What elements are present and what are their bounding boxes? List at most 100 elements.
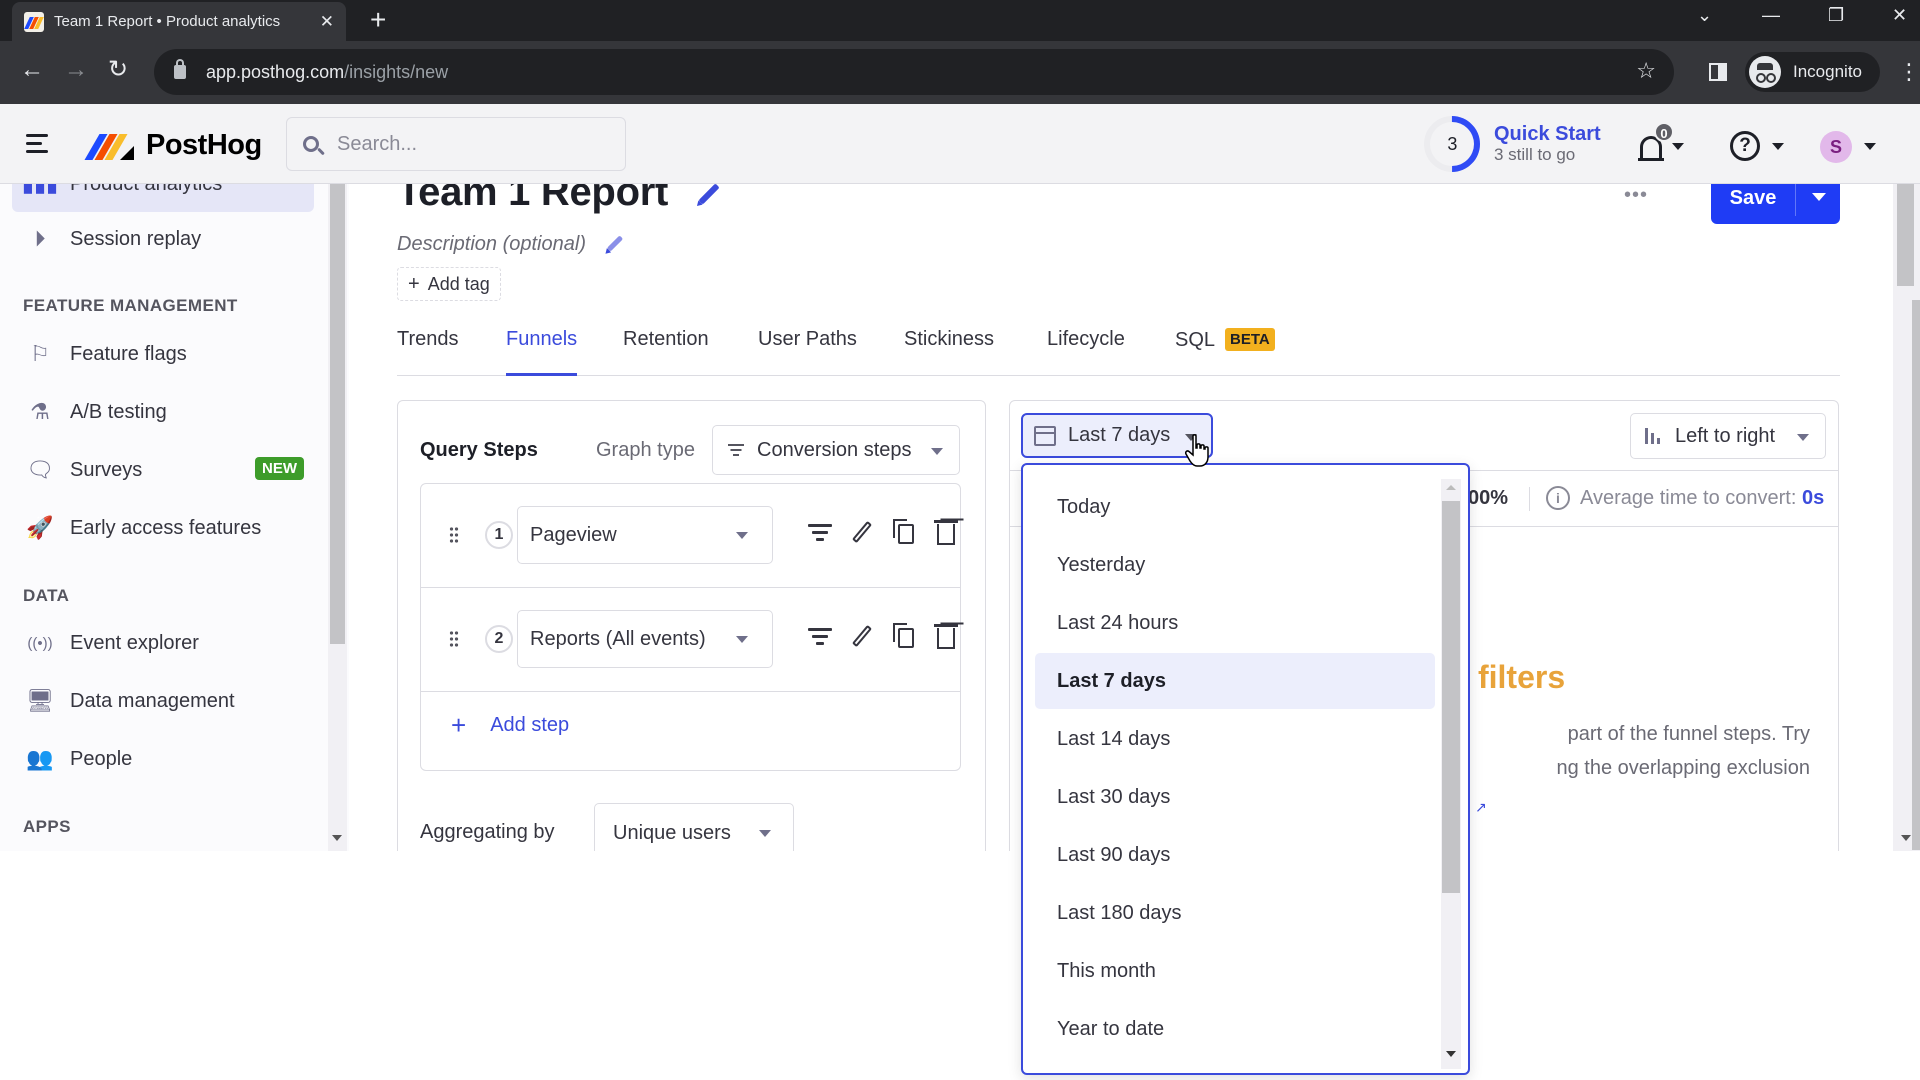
minimize-icon[interactable]: —	[1762, 5, 1780, 26]
search-box[interactable]	[286, 117, 626, 171]
date-option-last-90-days[interactable]: Last 90 days	[1035, 827, 1435, 883]
more-options-icon[interactable]: •••	[1624, 184, 1648, 207]
tab-lifecycle[interactable]: Lifecycle	[1047, 328, 1125, 376]
date-option-this-month[interactable]: This month	[1035, 943, 1435, 999]
sidebar-item-event-explorer[interactable]: ((•)) Event explorer	[12, 615, 314, 671]
date-option-last-30-days[interactable]: Last 30 days	[1035, 769, 1435, 825]
chevron-down-icon	[736, 636, 748, 643]
graph-type-select[interactable]: Conversion steps	[712, 425, 960, 475]
event-select[interactable]: Pageview	[517, 506, 773, 564]
main-scrollbar-thumb[interactable]	[1897, 184, 1914, 286]
date-option-yesterday[interactable]: Yesterday	[1035, 537, 1435, 593]
filter-icon[interactable]	[807, 622, 833, 650]
sidebar-item-product-analytics[interactable]: ▮▮▮ Product analytics	[12, 184, 314, 212]
aggregation-select[interactable]: Unique users	[594, 803, 794, 851]
description-field[interactable]: Description (optional)	[397, 233, 624, 256]
rename-pencil-icon[interactable]	[849, 622, 875, 650]
sidebar-item-feature-flags[interactable]: ⚐ Feature flags	[12, 326, 314, 382]
scroll-down-arrow-icon[interactable]	[1901, 835, 1911, 841]
quick-start-button[interactable]: 3 Quick Start 3 still to go	[1412, 104, 1601, 184]
sidebar-item-data-management[interactable]: 🖥 Data management	[12, 673, 314, 729]
sidebar-item-ab-testing[interactable]: ⚗ A/B testing	[12, 384, 314, 440]
tab-funnels[interactable]: Funnels	[506, 328, 578, 376]
edit-title-pencil-icon[interactable]	[698, 184, 720, 205]
event-select-value: Pageview	[530, 524, 617, 546]
rename-pencil-icon[interactable]	[849, 518, 875, 546]
filter-icon[interactable]	[807, 518, 833, 546]
help-chevron-down-icon[interactable]	[1772, 143, 1784, 150]
drag-handle-icon[interactable]	[449, 630, 459, 648]
sidebar: ▮▮▮ Product analytics ⏵ Session replay F…	[0, 184, 349, 851]
url-path: /insights/new	[344, 61, 449, 82]
save-options-chevron-icon[interactable]	[1796, 184, 1840, 224]
incognito-label: Incognito	[1793, 62, 1862, 81]
side-panel-icon[interactable]	[1709, 63, 1727, 81]
save-button[interactable]: Save	[1711, 184, 1795, 224]
notifications-button[interactable]: 0	[1638, 122, 1684, 162]
tab-search-icon[interactable]: ⌄	[1697, 5, 1712, 26]
close-window-icon[interactable]: ✕	[1892, 5, 1907, 26]
conversion-rate: 00%	[1468, 487, 1509, 509]
info-icon[interactable]: i	[1546, 486, 1570, 510]
add-step-button[interactable]: + Add step	[451, 710, 569, 741]
tab-retention[interactable]: Retention	[623, 328, 709, 376]
date-option-today[interactable]: Today	[1035, 479, 1435, 535]
people-icon: 👥	[26, 746, 54, 771]
date-option-last-7-days[interactable]: Last 7 days	[1035, 653, 1435, 709]
drag-handle-icon[interactable]	[449, 526, 459, 544]
tab-stickiness[interactable]: Stickiness	[904, 328, 994, 376]
external-link-icon[interactable]: ↗	[1475, 799, 1487, 816]
scroll-down-arrow-icon[interactable]	[1446, 1051, 1456, 1057]
delete-trash-icon[interactable]	[933, 518, 959, 546]
tab-user-paths[interactable]: User Paths	[758, 328, 857, 376]
date-option-last-24-hours[interactable]: Last 24 hours	[1035, 595, 1435, 651]
incognito-profile-button[interactable]: Incognito	[1745, 52, 1880, 92]
edit-description-pencil-icon[interactable]	[606, 235, 623, 252]
search-input[interactable]	[337, 132, 597, 156]
duplicate-icon[interactable]	[891, 518, 917, 546]
forward-icon[interactable]: →	[64, 55, 88, 85]
section-heading-data: DATA	[23, 586, 70, 605]
tab-trends[interactable]: Trends	[397, 328, 459, 376]
account-chevron-down-icon[interactable]	[1864, 143, 1876, 150]
browser-menu-icon[interactable]: ⋮	[1898, 58, 1920, 86]
dropdown-scrollbar[interactable]	[1441, 479, 1461, 1069]
posthog-logo[interactable]: PostHog	[84, 129, 262, 162]
plus-icon: +	[451, 710, 467, 740]
sidebar-item-early-access-features[interactable]: 🚀 Early access features	[12, 500, 314, 556]
add-tag-button[interactable]: + Add tag	[397, 267, 501, 301]
sidebar-scrollbar-thumb[interactable]	[330, 184, 345, 644]
sidebar-item-surveys[interactable]: 🗨 Surveys NEW	[12, 442, 314, 498]
page-scrollbar-thumb[interactable]	[1912, 300, 1920, 850]
event-select[interactable]: Reports (All events)	[517, 610, 773, 668]
bookmark-star-icon[interactable]: ☆	[1636, 58, 1656, 84]
close-tab-icon[interactable]: ✕	[320, 12, 334, 32]
date-option-last-180-days[interactable]: Last 180 days	[1035, 885, 1435, 941]
chevron-down-icon	[736, 532, 748, 539]
layout-select[interactable]: Left to right	[1630, 413, 1826, 459]
scroll-down-arrow-icon[interactable]	[332, 835, 342, 841]
new-tab-button[interactable]: +	[370, 4, 386, 36]
menu-toggle-icon[interactable]	[26, 134, 52, 154]
insight-title[interactable]: Team 1 Report	[397, 184, 668, 214]
sidebar-item-session-replay[interactable]: ⏵ Session replay	[12, 211, 314, 267]
date-range-button[interactable]: Last 7 days	[1021, 413, 1213, 458]
sidebar-item-people[interactable]: 👥 People	[12, 731, 314, 787]
back-icon[interactable]: ←	[20, 55, 44, 85]
help-button[interactable]: ?	[1730, 131, 1760, 161]
date-option-year-to-date[interactable]: Year to date	[1035, 1001, 1435, 1057]
avatar[interactable]: S	[1820, 131, 1852, 163]
scroll-up-arrow-icon[interactable]	[1446, 485, 1456, 490]
sidebar-scrollbar[interactable]	[328, 184, 347, 851]
dropdown-scrollbar-thumb[interactable]	[1442, 501, 1460, 893]
date-option-last-14-days[interactable]: Last 14 days	[1035, 711, 1435, 767]
quick-start-subtitle: 3 still to go	[1494, 145, 1576, 164]
reload-icon[interactable]: ↻	[108, 55, 128, 85]
address-bar[interactable]: app.posthog.com/insights/new ☆	[154, 49, 1674, 95]
delete-trash-icon[interactable]	[933, 622, 959, 650]
restore-icon[interactable]: ❐	[1828, 5, 1844, 26]
duplicate-icon[interactable]	[891, 622, 917, 650]
tab-sql[interactable]: SQL BETA	[1175, 328, 1275, 376]
browser-tab[interactable]: Team 1 Report • Product analytics ✕	[12, 2, 346, 41]
quick-start-title: Quick Start	[1494, 123, 1601, 145]
